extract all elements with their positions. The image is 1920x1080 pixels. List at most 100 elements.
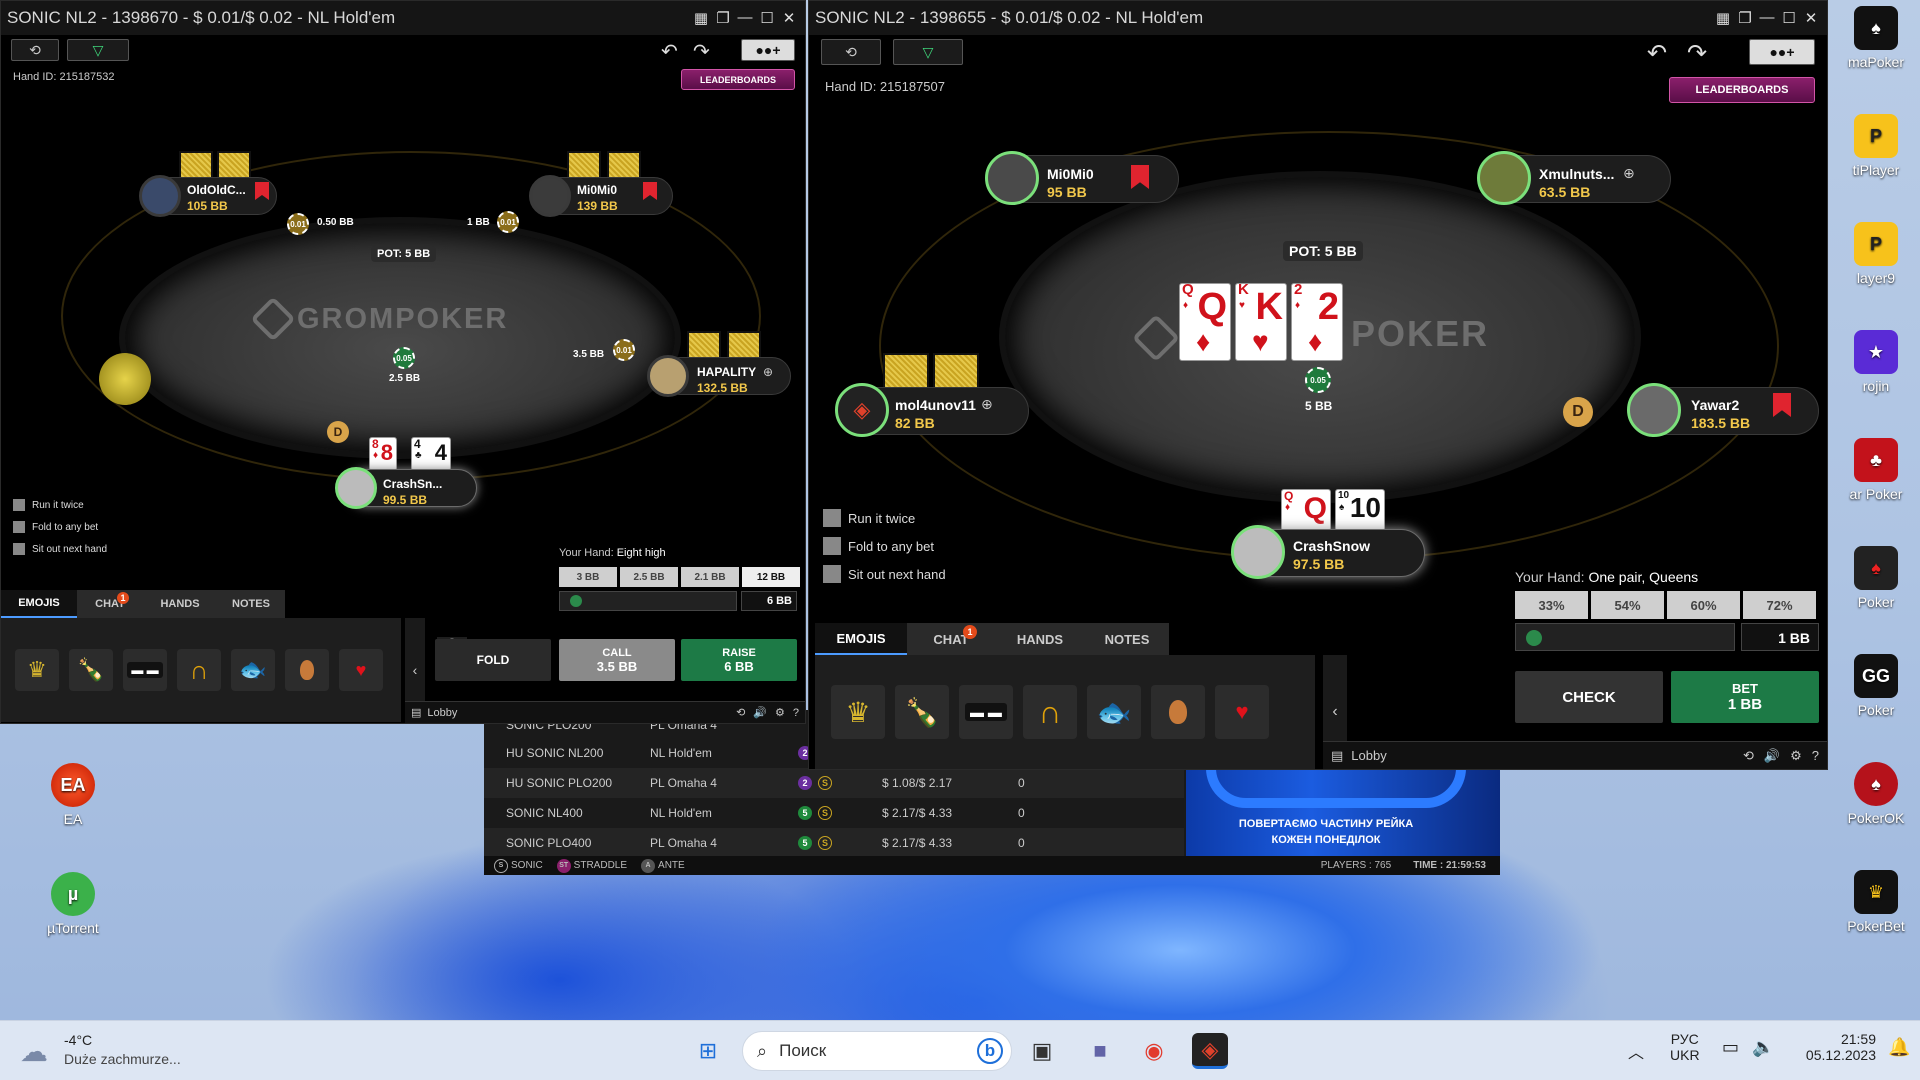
horseshoe-emoji-icon[interactable]: ∩ xyxy=(177,649,221,691)
settings-icon[interactable]: ⚙ xyxy=(775,706,785,719)
tab-hands[interactable]: HANDS xyxy=(143,590,217,618)
check-button[interactable]: CHECK xyxy=(1515,671,1663,723)
task-view-icon[interactable]: ▣ xyxy=(1024,1033,1060,1069)
close-icon[interactable]: ✕ xyxy=(781,9,797,27)
desktop-icon[interactable]: PtiPlayer xyxy=(1830,114,1920,178)
title-bar[interactable]: SONIC NL2 - 1398655 - $ 0.01/$ 0.02 - NL… xyxy=(809,1,1827,35)
search-box[interactable]: ⌕ Поиск b xyxy=(742,1031,1012,1071)
promo-banner[interactable]: ПОВЕРТАЄМО ЧАСТИНУ РЕЙКА КОЖЕН ПОНЕДІЛОК xyxy=(1186,768,1500,856)
redo-icon[interactable]: ↷ xyxy=(1687,39,1707,68)
raise-button[interactable]: RAISE 6 BB xyxy=(681,639,797,681)
bet-slider[interactable] xyxy=(559,591,737,611)
egg-emoji-icon[interactable] xyxy=(285,649,329,691)
settings-icon[interactable]: ⚙ xyxy=(1790,748,1802,764)
run-it-twice-checkbox[interactable]: Run it twice xyxy=(823,509,915,527)
tab-hands[interactable]: HANDS xyxy=(995,623,1085,655)
desktop-icon[interactable]: GG Poker xyxy=(1830,654,1920,718)
desktop-icon[interactable]: ♛ PokerBet xyxy=(1830,870,1920,934)
restore-icon[interactable]: ❐ xyxy=(1737,9,1753,27)
sunglasses-emoji-icon[interactable]: ▬ ▬ xyxy=(123,649,167,691)
fold-button[interactable]: FOLD xyxy=(435,639,551,681)
add-note-icon[interactable]: ⊕ xyxy=(763,365,773,379)
history-icon[interactable]: ⟲ xyxy=(1743,748,1754,764)
add-table-button[interactable]: ●●+ xyxy=(1749,39,1815,65)
bing-icon[interactable]: b xyxy=(977,1038,1003,1064)
sit-out-next-hand-checkbox[interactable]: Sit out next hand xyxy=(823,565,946,583)
bet-slider[interactable] xyxy=(1515,623,1735,651)
desktop-icon[interactable]: Player9 xyxy=(1830,222,1920,286)
tab-notes[interactable]: NOTES xyxy=(217,590,285,618)
tile-icon[interactable]: ▦ xyxy=(693,9,709,27)
tab-chat[interactable]: CHAT 1 xyxy=(77,590,143,618)
minimize-icon[interactable]: — xyxy=(737,9,753,27)
slider-handle[interactable] xyxy=(1526,630,1542,646)
slider-handle[interactable] xyxy=(570,595,582,607)
network-icon[interactable]: ▭ xyxy=(1722,1037,1739,1058)
desktop-icon[interactable]: ♠ PokerOK xyxy=(1830,762,1920,826)
desktop-icon[interactable]: ★ rojin xyxy=(1830,330,1920,394)
desktop-icon-utorrent[interactable]: µ µTorrent xyxy=(28,872,118,936)
show-hidden-icons[interactable]: ︿ xyxy=(1628,1039,1644,1063)
oscar-emoji-icon[interactable]: ♛ xyxy=(831,685,885,739)
tab-chat[interactable]: CHAT 1 xyxy=(907,623,995,655)
tab-emojis[interactable]: EMOJIS xyxy=(815,623,907,655)
desktop-icon[interactable]: ♠ maPoker xyxy=(1830,6,1920,70)
minimize-icon[interactable]: — xyxy=(1759,9,1775,27)
preset-button[interactable]: 3 BB xyxy=(559,567,617,587)
sound-icon[interactable]: 🔊 xyxy=(753,706,767,719)
fold-to-any-bet-checkbox[interactable]: Fold to any bet xyxy=(823,537,934,555)
table-row[interactable]: SONIC NL400 NL Hold'em 5 S $ 2.17/$ 4.33… xyxy=(484,798,1184,828)
add-note-icon[interactable]: ⊕ xyxy=(1623,165,1635,182)
lobby-bar[interactable]: ▤ Lobby ⟲ 🔊 ⚙ ? xyxy=(1323,741,1827,769)
sunglasses-emoji-icon[interactable]: ▬ ▬ xyxy=(959,685,1013,739)
chrome-icon[interactable]: ◉ xyxy=(1136,1033,1172,1069)
help-icon[interactable]: ? xyxy=(1812,748,1819,763)
preset-button[interactable]: 72% xyxy=(1743,591,1816,619)
clock[interactable]: 21:59 05.12.2023 xyxy=(1784,1031,1876,1063)
desktop-icon-ea[interactable]: EA EA xyxy=(28,763,118,827)
bottle-emoji-icon[interactable]: 🍾 xyxy=(895,685,949,739)
history-button[interactable]: ⟲ xyxy=(821,39,881,65)
run-it-twice-checkbox[interactable]: Run it twice xyxy=(13,499,84,511)
sound-icon[interactable]: 🔊 xyxy=(1764,748,1780,764)
history-icon[interactable]: ⟲ xyxy=(736,706,745,719)
maximize-icon[interactable]: ☐ xyxy=(759,9,775,27)
call-button[interactable]: CALL 3.5 BB xyxy=(559,639,675,681)
grompoker-taskbar-icon[interactable]: ◈ xyxy=(1192,1033,1228,1069)
teams-icon[interactable]: ■ xyxy=(1082,1033,1118,1069)
tab-emojis[interactable]: EMOJIS xyxy=(1,590,77,618)
preset-button[interactable]: 54% xyxy=(1591,591,1664,619)
bottle-emoji-icon[interactable]: 🍾 xyxy=(69,649,113,691)
lips-emoji-icon[interactable]: ♥ xyxy=(1215,685,1269,739)
help-icon[interactable]: ? xyxy=(793,707,799,719)
menu-dropdown-button[interactable]: ▽ xyxy=(67,39,129,61)
title-bar[interactable]: SONIC NL2 - 1398670 - $ 0.01/$ 0.02 - NL… xyxy=(1,1,805,35)
oscar-emoji-icon[interactable]: ♛ xyxy=(15,649,59,691)
preset-button[interactable]: 12 BB xyxy=(742,567,800,587)
lobby-bar[interactable]: ▤ Lobby ⟲ 🔊 ⚙ ? xyxy=(405,701,805,723)
notifications-icon[interactable]: 🔔 xyxy=(1888,1037,1910,1058)
sit-out-next-hand-checkbox[interactable]: Sit out next hand xyxy=(13,543,107,555)
undo-icon[interactable]: ↶ xyxy=(661,39,678,64)
fish-emoji-icon[interactable]: 🐟 xyxy=(1087,685,1141,739)
preset-button[interactable]: 60% xyxy=(1667,591,1740,619)
undo-icon[interactable]: ↶ xyxy=(1647,39,1667,68)
fold-to-any-bet-checkbox[interactable]: Fold to any bet xyxy=(13,521,98,533)
preset-button[interactable]: 2.1 BB xyxy=(681,567,739,587)
restore-icon[interactable]: ❐ xyxy=(715,9,731,27)
leaderboards-button[interactable]: LEADERBOARDS xyxy=(1669,77,1815,103)
add-note-icon[interactable]: ⊕ xyxy=(981,396,993,413)
start-icon[interactable]: ⊞ xyxy=(690,1033,726,1069)
desktop-icon[interactable]: ♣ ar Poker xyxy=(1830,438,1920,502)
close-icon[interactable]: ✕ xyxy=(1803,9,1819,27)
history-button[interactable]: ⟲ xyxy=(11,39,59,61)
desktop-icon[interactable]: ♠ Poker xyxy=(1830,546,1920,610)
tab-notes[interactable]: NOTES xyxy=(1085,623,1169,655)
table-row[interactable]: SONIC PLO400 PL Omaha 4 5 S $ 2.17/$ 4.3… xyxy=(484,828,1184,858)
preset-button[interactable]: 33% xyxy=(1515,591,1588,619)
preset-button[interactable]: 2.5 BB xyxy=(620,567,678,587)
leaderboards-button[interactable]: LEADERBOARDS xyxy=(681,69,795,90)
table-row[interactable]: HU SONIC PLO200 PL Omaha 4 2 S $ 1.08/$ … xyxy=(484,768,1184,798)
language-indicator[interactable]: РУС UKR xyxy=(1670,1031,1700,1063)
bet-amount-input[interactable]: 6 BB xyxy=(741,591,797,611)
